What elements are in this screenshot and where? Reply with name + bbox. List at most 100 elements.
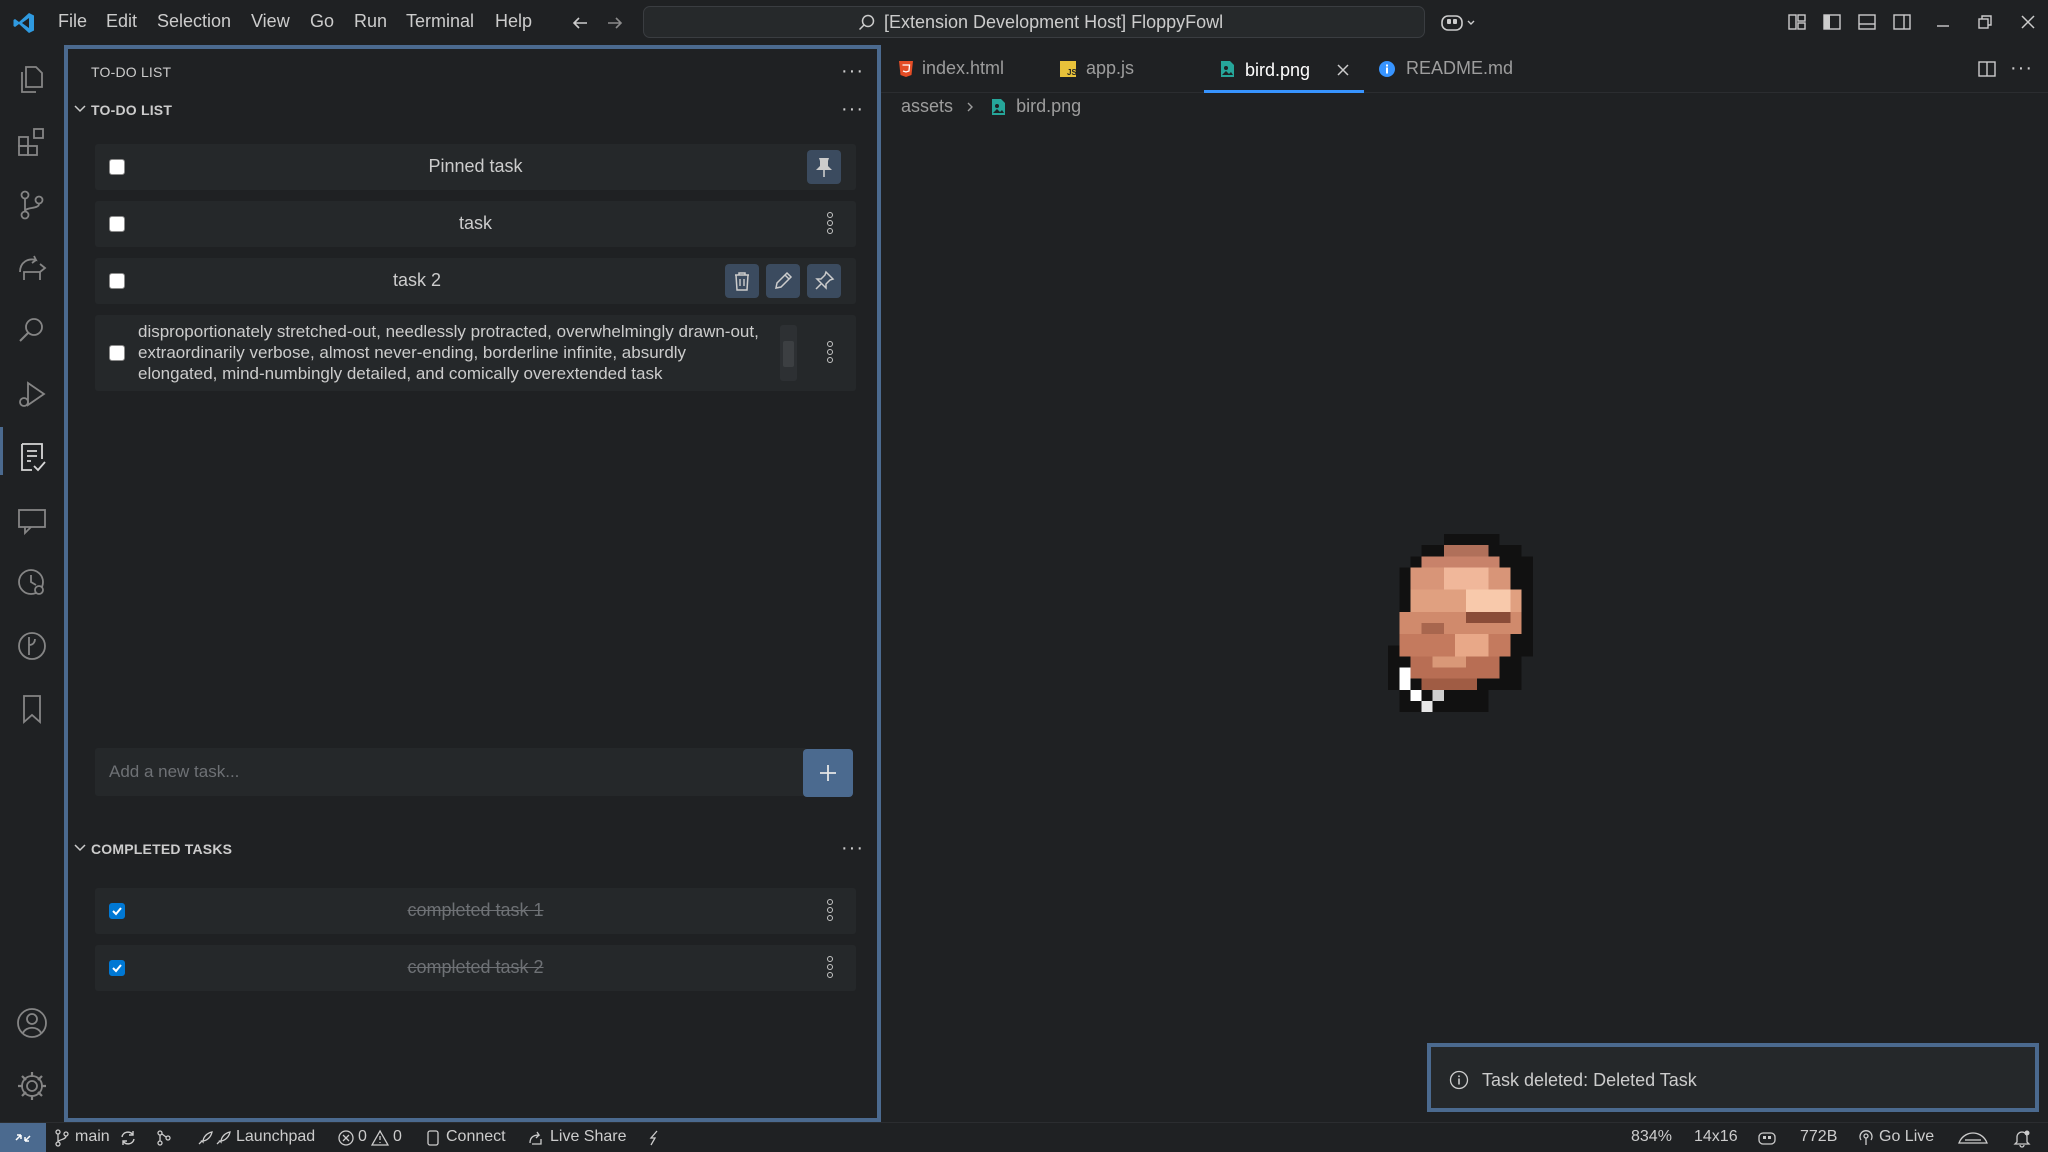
task-item[interactable]: disproportionately stretched-out, needle… [95, 315, 856, 391]
pin-task-button[interactable] [807, 264, 841, 298]
explorer-icon[interactable] [14, 61, 50, 97]
notification-toast[interactable]: Task deleted: Deleted Task [1427, 1043, 2039, 1112]
warning-icon[interactable] [371, 1129, 389, 1147]
task-more-icon[interactable] [824, 340, 836, 366]
git-graph-status-icon[interactable] [155, 1129, 173, 1147]
restore-icon[interactable] [1975, 12, 1995, 32]
close-tab-icon[interactable] [1336, 63, 1350, 77]
breadcrumb-file[interactable]: bird.png [1016, 96, 1081, 116]
image-dimensions: 14x16 [1694, 1128, 1738, 1145]
connect-label[interactable]: Connect [446, 1128, 506, 1146]
database-icon[interactable] [426, 1129, 440, 1147]
tab-label: index.html [922, 58, 1005, 78]
settings-gear-icon[interactable] [14, 1068, 50, 1104]
copilot-status-icon[interactable] [1757, 1129, 1777, 1147]
go-live-button[interactable]: Go Live [1879, 1128, 1934, 1146]
tab-readme-md[interactable]: README.md [1364, 45, 1534, 93]
completed-task-item[interactable]: completed task 2 [95, 945, 856, 991]
add-task-button[interactable] [803, 749, 853, 797]
bookmarks-icon[interactable] [14, 691, 50, 727]
launchpad-label[interactable]: Launchpad [236, 1128, 315, 1146]
broadcast-icon[interactable] [1858, 1129, 1874, 1147]
todo-list-icon[interactable] [14, 439, 50, 475]
delete-task-button[interactable] [725, 264, 759, 298]
live-share-icon[interactable] [527, 1129, 545, 1147]
customize-layout-icon[interactable] [1787, 12, 1807, 32]
editor-tabs: index.html JS app.js bird.png README.md [881, 45, 2048, 93]
keyboard-layout-icon[interactable] [1957, 1129, 1989, 1147]
close-window-icon[interactable] [2018, 12, 2038, 32]
minimize-icon[interactable] [1933, 12, 1953, 32]
view-more-actions-icon[interactable]: ··· [841, 61, 864, 81]
chevron-down-icon[interactable] [72, 840, 88, 856]
breadcrumb-folder[interactable]: assets [901, 96, 953, 116]
task-item[interactable]: task 2 [95, 258, 856, 304]
todo-section-header[interactable]: TO-DO LIST [91, 102, 172, 118]
chevron-down-icon[interactable] [72, 101, 88, 117]
accounts-icon[interactable] [14, 1005, 50, 1041]
task-item[interactable]: task [95, 201, 856, 247]
completed-section-header[interactable]: COMPLETED TASKS [91, 841, 232, 857]
tab-index-html[interactable]: index.html [881, 45, 1031, 93]
timeline-icon[interactable] [14, 565, 50, 601]
menu-run[interactable]: Run [354, 11, 387, 32]
unpin-button[interactable] [807, 150, 841, 184]
info-icon [1378, 60, 1396, 78]
source-control-icon[interactable] [14, 187, 50, 223]
task-label: disproportionately stretched-out, needle… [138, 322, 759, 383]
sync-icon[interactable] [119, 1129, 137, 1147]
zoom-level[interactable]: 834% [1631, 1128, 1672, 1146]
error-count[interactable]: 0 [358, 1128, 367, 1146]
search-sidebar-icon[interactable] [14, 313, 50, 349]
comments-icon[interactable] [14, 502, 50, 538]
task-more-icon[interactable] [824, 898, 836, 924]
completed-task-item[interactable]: completed task 1 [95, 888, 856, 934]
search-icon [857, 13, 877, 33]
task-scrollbar[interactable] [780, 325, 797, 381]
command-center[interactable]: [Extension Development Host] FloppyFowl [643, 6, 1425, 38]
completed-more-actions-icon[interactable]: ··· [841, 838, 864, 858]
plug-icon[interactable] [646, 1129, 662, 1147]
task-checkbox[interactable] [109, 345, 125, 361]
tab-bird-png[interactable]: bird.png [1204, 45, 1364, 93]
remote-explorer-icon[interactable] [14, 250, 50, 286]
split-editor-icon[interactable] [1977, 59, 1997, 79]
task-item[interactable]: Pinned task [95, 144, 856, 190]
toggle-sidebar-icon[interactable] [1822, 12, 1842, 32]
completed-task-label: completed task 1 [407, 900, 544, 920]
add-task-input[interactable] [95, 748, 807, 796]
rocket-icon[interactable] [196, 1129, 232, 1147]
notifications-bell-icon[interactable] [2012, 1128, 2032, 1148]
remote-indicator[interactable] [0, 1123, 46, 1152]
forward-arrow-icon[interactable] [604, 12, 626, 34]
bird-image-preview [1387, 534, 1545, 712]
live-share-label[interactable]: Live Share [550, 1128, 627, 1146]
copilot-icon[interactable] [1439, 10, 1479, 36]
menu-terminal[interactable]: Terminal [406, 11, 474, 32]
menu-selection[interactable]: Selection [157, 11, 231, 32]
chevron-right-icon [958, 99, 984, 115]
edit-task-button[interactable] [766, 264, 800, 298]
task-more-icon[interactable] [824, 211, 836, 237]
tab-label: README.md [1406, 58, 1514, 78]
run-debug-icon[interactable] [14, 376, 50, 412]
menu-view[interactable]: View [251, 11, 290, 32]
toggle-secondary-sidebar-icon[interactable] [1892, 12, 1912, 32]
warning-count[interactable]: 0 [393, 1128, 402, 1146]
menu-help[interactable]: Help [495, 11, 532, 32]
error-icon[interactable] [337, 1129, 355, 1147]
extensions-icon[interactable] [14, 124, 50, 160]
tab-label: app.js [1086, 58, 1135, 78]
back-arrow-icon[interactable] [569, 12, 591, 34]
git-graph-icon[interactable] [14, 628, 50, 664]
branch-name[interactable]: main [75, 1128, 110, 1146]
menu-file[interactable]: File [58, 11, 87, 32]
editor-more-actions-icon[interactable]: ··· [2010, 58, 2033, 78]
menu-edit[interactable]: Edit [106, 11, 137, 32]
section-more-actions-icon[interactable]: ··· [841, 99, 864, 119]
task-more-icon[interactable] [824, 955, 836, 981]
task-label: task 2 [392, 270, 442, 290]
menu-go[interactable]: Go [310, 11, 334, 32]
toggle-panel-icon[interactable] [1857, 12, 1877, 32]
tab-app-js[interactable]: JS app.js [1031, 45, 1186, 93]
